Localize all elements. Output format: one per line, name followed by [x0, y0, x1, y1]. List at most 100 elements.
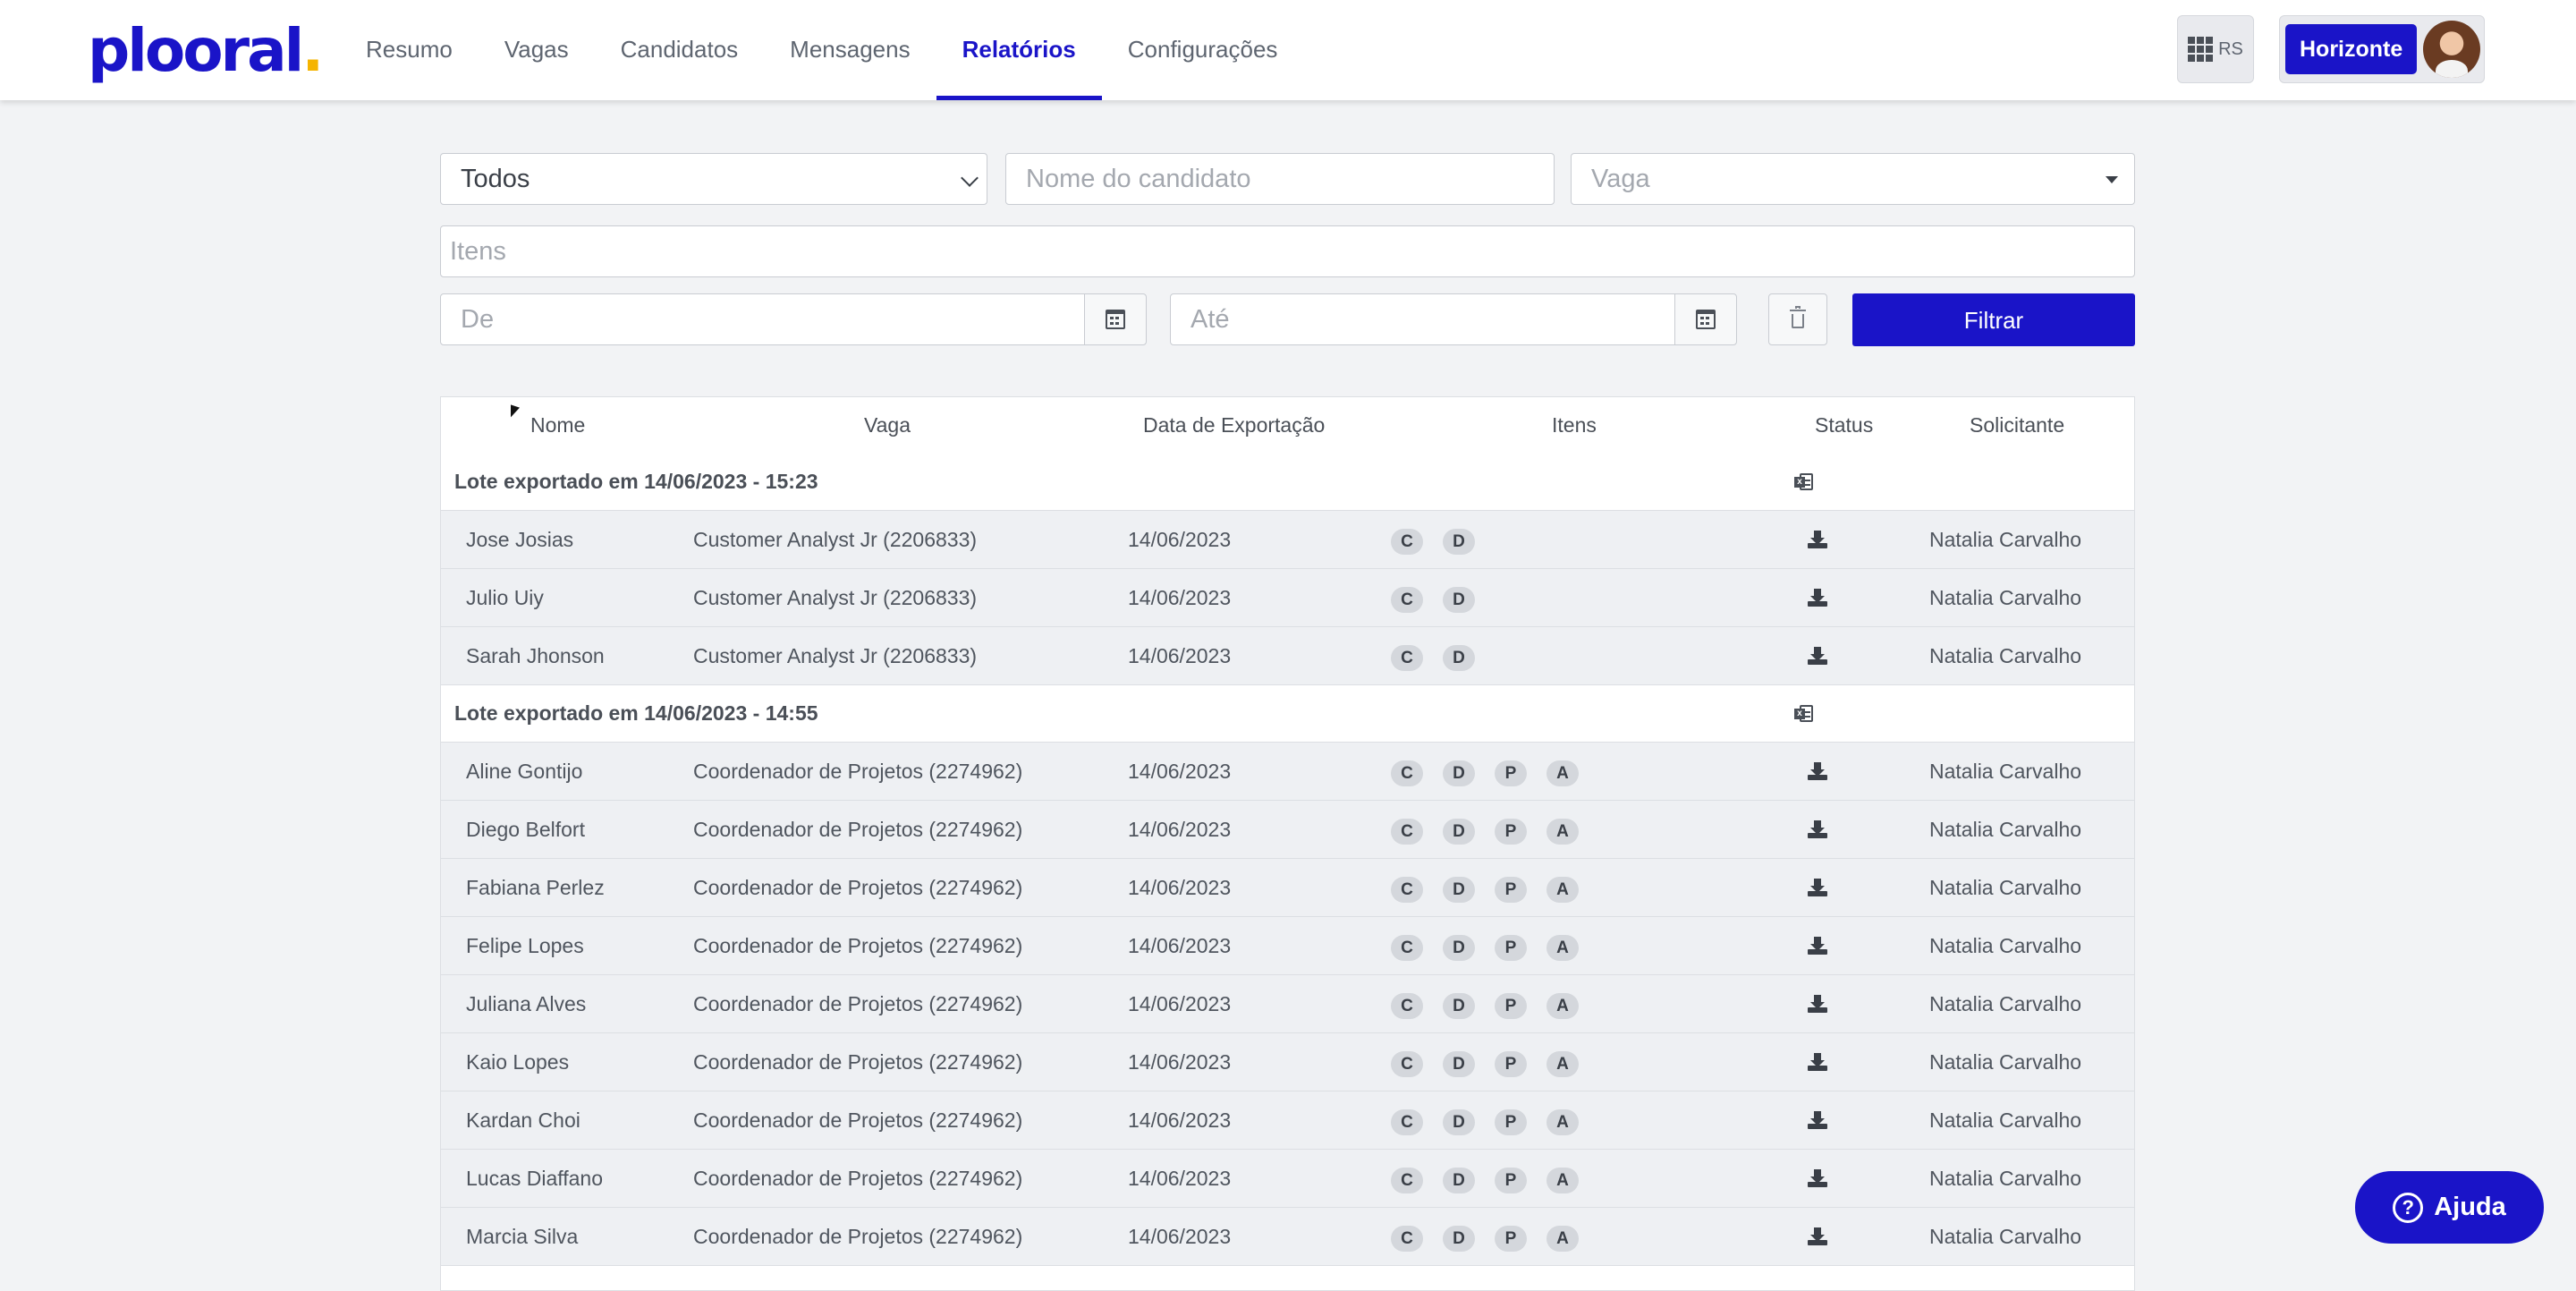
table-row[interactable]: Kardan Choi Coordenador de Projetos (2274…	[441, 1091, 2134, 1150]
item-chip: C	[1391, 819, 1423, 845]
date-from-field[interactable]	[440, 293, 1088, 345]
date-from-input[interactable]	[461, 305, 1024, 335]
item-chip: C	[1391, 645, 1423, 671]
candidate-name-input[interactable]	[1026, 165, 1501, 194]
status-select-value: Todos	[461, 165, 530, 193]
mouse-cursor	[511, 404, 520, 420]
table-header: Nome Vaga Data de Exportação Itens Statu…	[441, 397, 2134, 454]
table-row[interactable]: Lucas Diaffano Coordenador de Projetos (2…	[441, 1150, 2134, 1208]
calendar-icon	[1106, 310, 1125, 329]
download-icon[interactable]	[1808, 820, 1827, 838]
table-row[interactable]: Fabiana Perlez Coordenador de Projetos (2…	[441, 859, 2134, 917]
grid-icon	[2188, 37, 2214, 62]
candidate-name: Kardan Choi	[466, 1108, 580, 1132]
item-chip: A	[1546, 1226, 1579, 1252]
table-row[interactable]: Julio Uiy Customer Analyst Jr (2206833) 14…	[441, 569, 2134, 627]
download-icon[interactable]	[1808, 589, 1827, 607]
nav-mensagens[interactable]: Mensagens	[764, 0, 936, 100]
nav-resumo[interactable]: Resumo	[340, 0, 479, 100]
item-chip: P	[1495, 1168, 1527, 1193]
download-icon[interactable]	[1808, 879, 1827, 896]
col-header-requester[interactable]: Solicitante	[1970, 397, 2064, 454]
logo-text: plooral	[88, 16, 304, 85]
item-chip: A	[1546, 1051, 1579, 1077]
job-title: Coordenador de Projetos (2274962)	[693, 876, 1023, 899]
col-header-export-date[interactable]: Data de Exportação	[1143, 397, 1325, 454]
table-row[interactable]: Diego Belfort Coordenador de Projetos (22…	[441, 801, 2134, 859]
item-chip: A	[1546, 1168, 1579, 1193]
table-row[interactable]: Felipe Lopes Coordenador de Projetos (227…	[441, 917, 2134, 975]
download-icon[interactable]	[1808, 647, 1827, 665]
requester-name: Natalia Carvalho	[1929, 760, 2082, 783]
date-to-input[interactable]	[1191, 305, 1627, 335]
download-icon[interactable]	[1808, 1053, 1827, 1071]
date-to-calendar-button[interactable]	[1674, 293, 1737, 345]
requester-name: Natalia Carvalho	[1929, 1108, 2082, 1132]
nav-candidatos[interactable]: Candidatos	[595, 0, 765, 100]
account-menu-button[interactable]: Horizonte	[2279, 15, 2485, 83]
item-chip: P	[1495, 993, 1527, 1019]
items-field[interactable]	[440, 225, 2135, 277]
item-chip: P	[1495, 760, 1527, 786]
nav-relatorios[interactable]: Relatórios	[936, 0, 1102, 100]
table-row[interactable]: Juliana Alves Coordenador de Projetos (22…	[441, 975, 2134, 1033]
apps-menu-button[interactable]: RS	[2177, 15, 2254, 83]
download-icon[interactable]	[1808, 995, 1827, 1013]
date-to-field[interactable]	[1170, 293, 1676, 345]
candidate-name: Kaio Lopes	[466, 1050, 570, 1074]
requester-name: Natalia Carvalho	[1929, 1050, 2082, 1074]
download-icon[interactable]	[1808, 762, 1827, 780]
item-chip: C	[1391, 1168, 1423, 1193]
table-row[interactable]: Sarah Jhonson Customer Analyst Jr (220683…	[441, 627, 2134, 685]
col-header-items[interactable]: Itens	[1552, 397, 1597, 454]
items-chips: CDPA	[1391, 819, 1579, 845]
item-chip: C	[1391, 529, 1423, 555]
job-title: Customer Analyst Jr (2206833)	[693, 644, 978, 667]
requester-name: Natalia Carvalho	[1929, 818, 2082, 841]
plooral-logo[interactable]: plooral.	[88, 16, 324, 85]
help-button[interactable]: ? Ajuda	[2355, 1171, 2544, 1244]
items-chips: CD	[1391, 587, 1475, 613]
date-from-calendar-button[interactable]	[1084, 293, 1147, 345]
col-header-status[interactable]: Status	[1815, 397, 1873, 454]
candidate-name-field[interactable]	[1005, 153, 1555, 205]
items-chips: CD	[1391, 645, 1475, 671]
candidate-name: Felipe Lopes	[466, 934, 584, 957]
download-icon[interactable]	[1808, 531, 1827, 548]
requester-name: Natalia Carvalho	[1929, 876, 2082, 899]
status-select[interactable]: Todos	[440, 153, 987, 205]
item-chip: C	[1391, 587, 1423, 613]
table-row[interactable]: Marcia Silva Coordenador de Projetos (227…	[441, 1208, 2134, 1266]
items-chips: CDPA	[1391, 1226, 1579, 1252]
excel-export-icon[interactable]: x	[1794, 705, 1814, 723]
download-icon[interactable]	[1808, 937, 1827, 955]
col-header-name[interactable]: Nome	[530, 397, 585, 454]
nav-configuracoes[interactable]: Configurações	[1102, 0, 1304, 100]
item-chip: C	[1391, 1109, 1423, 1135]
download-icon[interactable]	[1808, 1111, 1827, 1129]
item-chip: C	[1391, 935, 1423, 961]
excel-export-icon[interactable]: x	[1794, 473, 1814, 491]
organization-badge: Horizonte	[2285, 24, 2418, 74]
table-row[interactable]: Jose Josias Customer Analyst Jr (2206833)…	[441, 511, 2134, 569]
caret-down-icon	[2106, 176, 2118, 183]
requester-name: Natalia Carvalho	[1929, 1167, 2082, 1190]
job-title: Coordenador de Projetos (2274962)	[693, 1108, 1023, 1132]
table-row[interactable]: Aline Gontijo Coordenador de Projetos (22…	[441, 743, 2134, 801]
items-input[interactable]	[450, 237, 1966, 267]
col-header-job[interactable]: Vaga	[864, 397, 911, 454]
batch-label: Lote exportado em 14/06/2023 - 15:23	[454, 470, 818, 493]
download-icon[interactable]	[1808, 1169, 1827, 1187]
clear-filters-button[interactable]	[1768, 293, 1827, 345]
item-chip: A	[1546, 993, 1579, 1019]
download-icon[interactable]	[1808, 1227, 1827, 1245]
requester-name: Natalia Carvalho	[1929, 992, 2082, 1015]
nav-vagas[interactable]: Vagas	[479, 0, 595, 100]
item-chip: D	[1443, 1109, 1475, 1135]
table-row[interactable]: Kaio Lopes Coordenador de Projetos (22749…	[441, 1033, 2134, 1091]
job-select[interactable]: Vaga	[1571, 153, 2135, 205]
item-chip: D	[1443, 993, 1475, 1019]
filter-button[interactable]: Filtrar	[1852, 293, 2135, 346]
items-chips: CDPA	[1391, 993, 1579, 1019]
candidate-name: Marcia Silva	[466, 1225, 579, 1248]
